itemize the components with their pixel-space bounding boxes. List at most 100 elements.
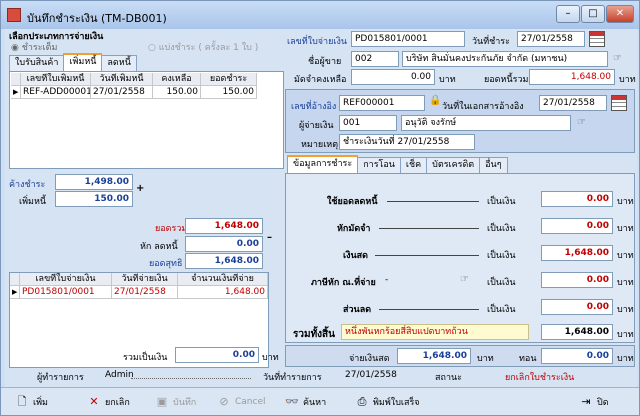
less-credit-label: หัก ลดหนี้ [140, 242, 178, 252]
deposit-field: 0.00 [351, 69, 435, 85]
tab-debit-note[interactable]: เพิ่มหนี้ [63, 53, 103, 71]
pay-row-tax-value[interactable]: 0.00 [541, 272, 613, 288]
radio-full-payment[interactable]: ◉ ชำระเต็ม [11, 40, 57, 54]
voucher-grid-header: เลขที่ใบจ่ายเงิน วันที่จ่ายเงิน จำนวนเงิ… [10, 273, 268, 286]
minimize-button[interactable]: – [556, 5, 580, 23]
divider [375, 255, 479, 256]
less-credit-amount: 0.00 [185, 236, 263, 252]
divider [387, 201, 479, 202]
pay-row-tax-unit: บาท [617, 278, 634, 288]
pay-date-field[interactable]: 27/01/2558 [517, 31, 585, 47]
payer-code-field[interactable]: 001 [339, 115, 397, 131]
save-button[interactable]: ▣ บันทึก [151, 391, 200, 413]
lookup-hand-icon[interactable]: ☞ [460, 274, 474, 286]
tab-credit-card[interactable]: บัตรเครดิต [426, 157, 481, 173]
tab-cheque[interactable]: เช็ค [399, 157, 428, 173]
cancel-icon: ⊘ [219, 395, 229, 408]
vendor-label: ชื่อผู้ขาย [308, 57, 342, 67]
ref-date-label: วันที่ในเอกสารอ้างอิง [442, 102, 524, 112]
change-unit: บาท [617, 354, 634, 364]
ref-no-label: เลขที่อ้างอิง [291, 102, 337, 112]
printer-icon: ⎙ [357, 395, 367, 408]
net-amount: 1,648.00 [185, 253, 263, 269]
search-button-label: ค้นหา [303, 398, 327, 408]
state-value: ยกเลิกใบชำระเงิน [505, 373, 575, 383]
cancel-button[interactable]: ⊘ Cancel [213, 391, 270, 413]
tab-credit-note[interactable]: ลดหนี้ [101, 55, 137, 71]
pay-row-discount-value[interactable]: 0.00 [541, 299, 613, 315]
debit-note-grid: เลขที่ใบเพิ่มหนี้ วันที่เพิ่มหนี้ คงเหลื… [11, 73, 261, 103]
print-receipt-button[interactable]: ⎙ พิมพ์ใบเสร็จ [351, 391, 424, 413]
ref-no-field[interactable]: REF000001 [339, 95, 425, 111]
search-button[interactable]: 👓 ค้นหา [281, 391, 330, 413]
divider [379, 309, 479, 310]
calendar-icon[interactable] [589, 31, 605, 47]
debit-date-cell: 27/01/2558 [91, 86, 153, 99]
net-label: ยอดสุทธิ [149, 259, 183, 269]
deposit-unit: บาท [439, 75, 456, 85]
vendor-code-field[interactable]: 002 [351, 51, 399, 67]
current-row-icon: ▶ [10, 286, 20, 299]
payer-name-field[interactable]: อนุวัติ จงรักษ์ [401, 115, 571, 131]
voucher-date-cell: 27/01/2558 [112, 286, 178, 299]
vendor-name-field[interactable]: บริษัท สินมั่นคงประกันภัย จำกัด (มหาชน) [402, 51, 608, 67]
table-row[interactable]: ▶ REF-ADD00001 27/01/2558 150.00 150.00 [11, 86, 261, 99]
tab-receipt[interactable]: ใบรับสินค้า [9, 55, 65, 71]
user-label: ผู้ทำรายการ [37, 373, 84, 383]
pay-row-credit-value[interactable]: 0.00 [541, 191, 613, 207]
radio-full-label: ชำระเต็ม [21, 43, 58, 53]
row-indicator-header [10, 273, 20, 286]
form-body: เลือกประเภทการจ่ายเงิน ◉ ชำระเต็ม ○ แบ่ง… [5, 29, 637, 387]
exit-button[interactable]: ⇥ ปิด [575, 391, 613, 413]
binoculars-icon: 👓 [285, 395, 299, 408]
due-label: ค้างชำระ [9, 180, 46, 190]
col-voucher-amount: จำนวนเงินที่จ่าย [178, 273, 268, 286]
date-value: 27/01/2558 [345, 370, 397, 380]
voucher-no-field[interactable]: PD015801/0001 [351, 31, 465, 47]
void-button[interactable]: ✕ ยกเลิก [83, 391, 134, 413]
void-button-label: ยกเลิก [105, 398, 130, 408]
date-label: วันที่ทำรายการ [263, 373, 322, 383]
app-window: บันทึกชำระเงิน (TM-DB001) – □ ✕ เลือกประ… [0, 0, 640, 416]
lookup-hand-icon[interactable]: ☞ [613, 53, 627, 65]
voucher-no-cell: PD015801/0001 [20, 286, 112, 299]
pay-row-cash-value[interactable]: 1,648.00 [541, 245, 613, 261]
tab-payment-info[interactable]: ข้อมูลการชำระ [287, 155, 359, 173]
pay-row-cash-as: เป็นเงิน [487, 251, 516, 261]
radio-installment-label: แบ่งชำระ ( ครั้งละ 1 ใบ ) [158, 43, 259, 53]
state-label: สถานะ [435, 373, 462, 383]
table-row[interactable]: ▶ PD015801/0001 27/01/2558 1,648.00 [10, 286, 268, 299]
cancel-button-label: Cancel [235, 397, 266, 407]
tab-transfer[interactable]: การโอน [357, 157, 401, 173]
pay-row-tax-as: เป็นเงิน [487, 278, 516, 288]
lookup-hand-icon[interactable]: ☞ [577, 117, 591, 129]
calendar-icon[interactable] [611, 95, 627, 111]
voucher-no-label: เลขที่ใบจ่ายเงิน [287, 37, 348, 47]
cash-paid-field[interactable]: 1,648.00 [397, 348, 471, 364]
debit-grid-header: เลขที่ใบเพิ่มหนี้ วันที่เพิ่มหนี้ คงเหลื… [11, 73, 261, 86]
bottom-toolbar: 🗋 เพิ่ม ✕ ยกเลิก ▣ บันทึก ⊘ Cancel 👓 ค้นหา ⎙ พ… [1, 387, 639, 415]
row-indicator-header [11, 73, 21, 86]
title-bar: บันทึกชำระเงิน (TM-DB001) – □ ✕ [1, 1, 639, 29]
exit-button-label: ปิด [597, 398, 609, 408]
pay-row-credit-as: เป็นเงิน [487, 197, 516, 207]
change-field: 0.00 [541, 348, 613, 364]
col-voucher-date: วันที่จ่ายเงิน [112, 273, 178, 286]
pay-row-tax-label: ภาษีหัก ณ.ที่จ่าย [311, 278, 376, 288]
ref-date-field[interactable]: 27/01/2558 [539, 95, 607, 111]
pay-row-deposit-value[interactable]: 0.00 [541, 218, 613, 234]
col-balance: คงเหลือ [153, 73, 201, 86]
cash-paid-label: จ่ายเงินสด [349, 354, 390, 364]
radio-installment[interactable]: ○ แบ่งชำระ ( ครั้งละ 1 ใบ ) [148, 40, 258, 54]
pay-row-credit-label: ใช้ยอดลดหนี้ [327, 197, 378, 207]
sum-unit: บาท [262, 353, 279, 363]
maximize-button[interactable]: □ [581, 5, 605, 23]
tab-other[interactable]: อื่นๆ [479, 157, 508, 173]
close-window-button[interactable]: ✕ [606, 5, 634, 23]
add-button[interactable]: 🗋 เพิ่ม [11, 391, 52, 413]
payer-label: ผู้จ่ายเงิน [299, 121, 334, 131]
total-debt-field: 1,648.00 [529, 69, 615, 85]
app-icon [7, 8, 21, 22]
tax-dash: - [385, 275, 389, 285]
note-field[interactable]: ชำระเงินวันที่ 27/01/2558 [339, 134, 475, 150]
